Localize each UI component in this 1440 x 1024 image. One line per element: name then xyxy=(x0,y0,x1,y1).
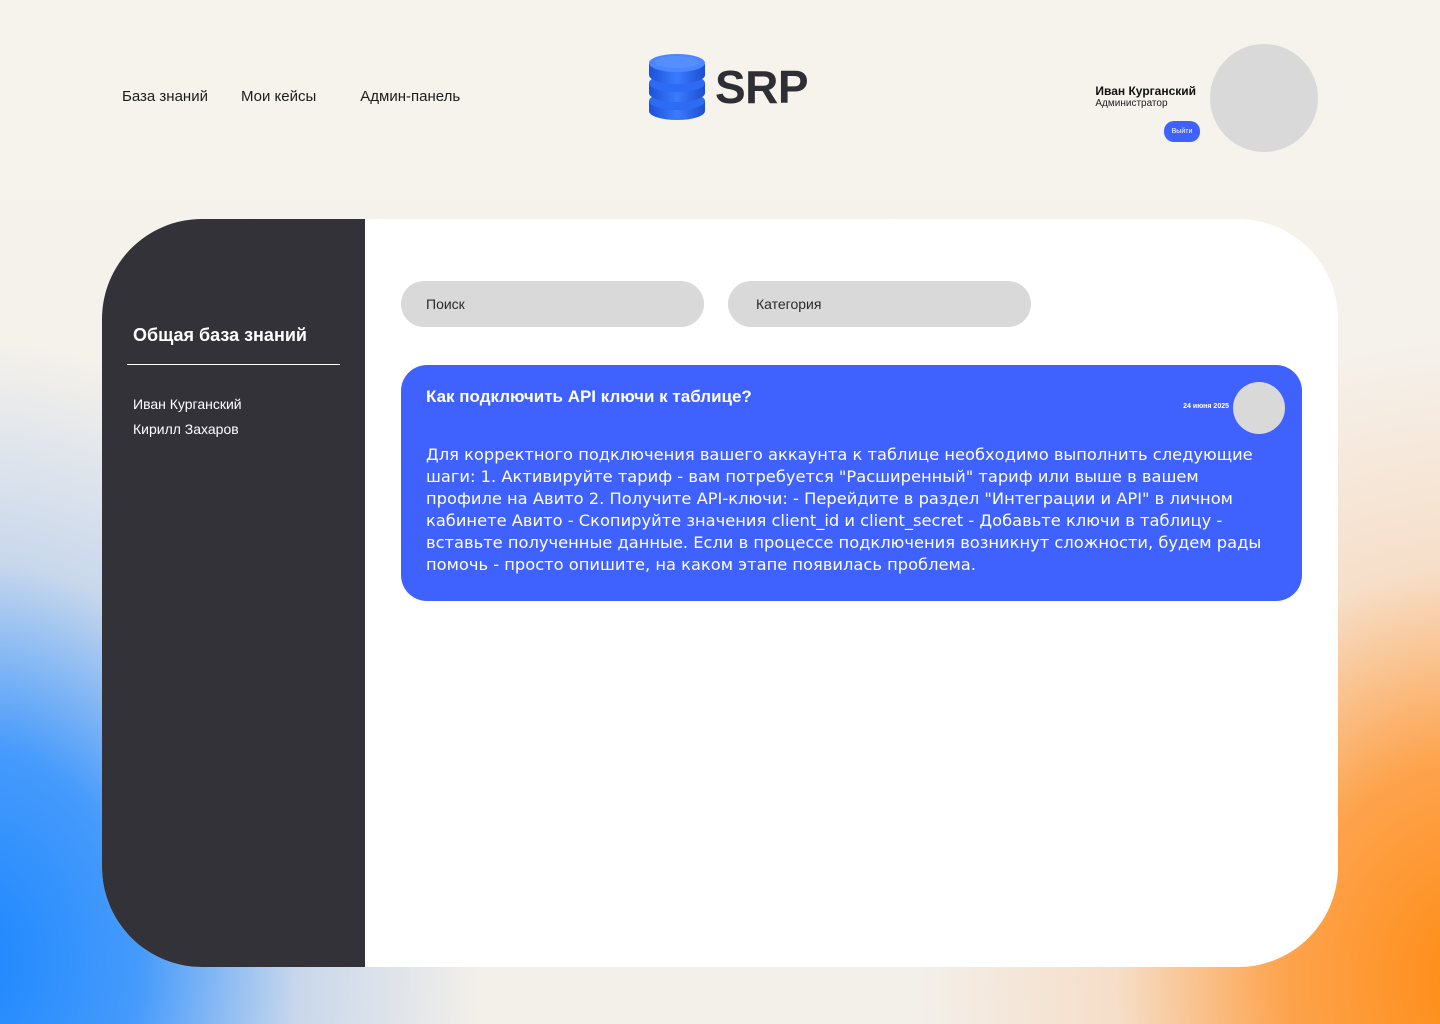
user-info: Иван Курганский Администратор xyxy=(1095,84,1196,109)
sidebar-title[interactable]: Общая база знаний xyxy=(133,325,307,346)
nav-item-knowledge-base[interactable]: База знаний xyxy=(122,88,208,105)
sidebar-item-user[interactable]: Кирилл Захаров xyxy=(133,417,242,442)
logout-button[interactable]: Выйти xyxy=(1164,121,1200,142)
article-card[interactable]: Как подключить API ключи к таблице? 24 и… xyxy=(401,365,1302,601)
top-nav: База знаний Мои кейсы Админ-панель xyxy=(122,88,460,105)
category-select[interactable] xyxy=(728,281,1031,327)
author-avatar xyxy=(1233,382,1285,434)
search-input[interactable] xyxy=(401,281,704,327)
main-card: Общая база знаний Иван Курганский Кирилл… xyxy=(102,219,1338,967)
sidebar-list: Иван Курганский Кирилл Захаров xyxy=(133,392,242,442)
avatar[interactable] xyxy=(1210,44,1318,152)
article-title: Как подключить API ключи к таблице? xyxy=(426,387,752,406)
logo[interactable]: SRP xyxy=(648,52,809,122)
sidebar-item-user[interactable]: Иван Курганский xyxy=(133,392,242,417)
sidebar: Общая база знаний Иван Курганский Кирилл… xyxy=(102,219,365,967)
article-date: 24 июня 2025 xyxy=(1183,403,1229,410)
database-icon xyxy=(649,54,705,120)
user-role: Администратор xyxy=(1095,98,1168,109)
nav-item-my-cases[interactable]: Мои кейсы xyxy=(241,88,316,105)
nav-item-admin-panel[interactable]: Админ-панель xyxy=(360,88,460,105)
user-name: Иван Курганский xyxy=(1095,84,1196,98)
sidebar-divider xyxy=(127,364,340,365)
article-body: Для корректного подключения вашего аккау… xyxy=(426,445,1262,574)
logo-text: SRP xyxy=(715,61,809,113)
